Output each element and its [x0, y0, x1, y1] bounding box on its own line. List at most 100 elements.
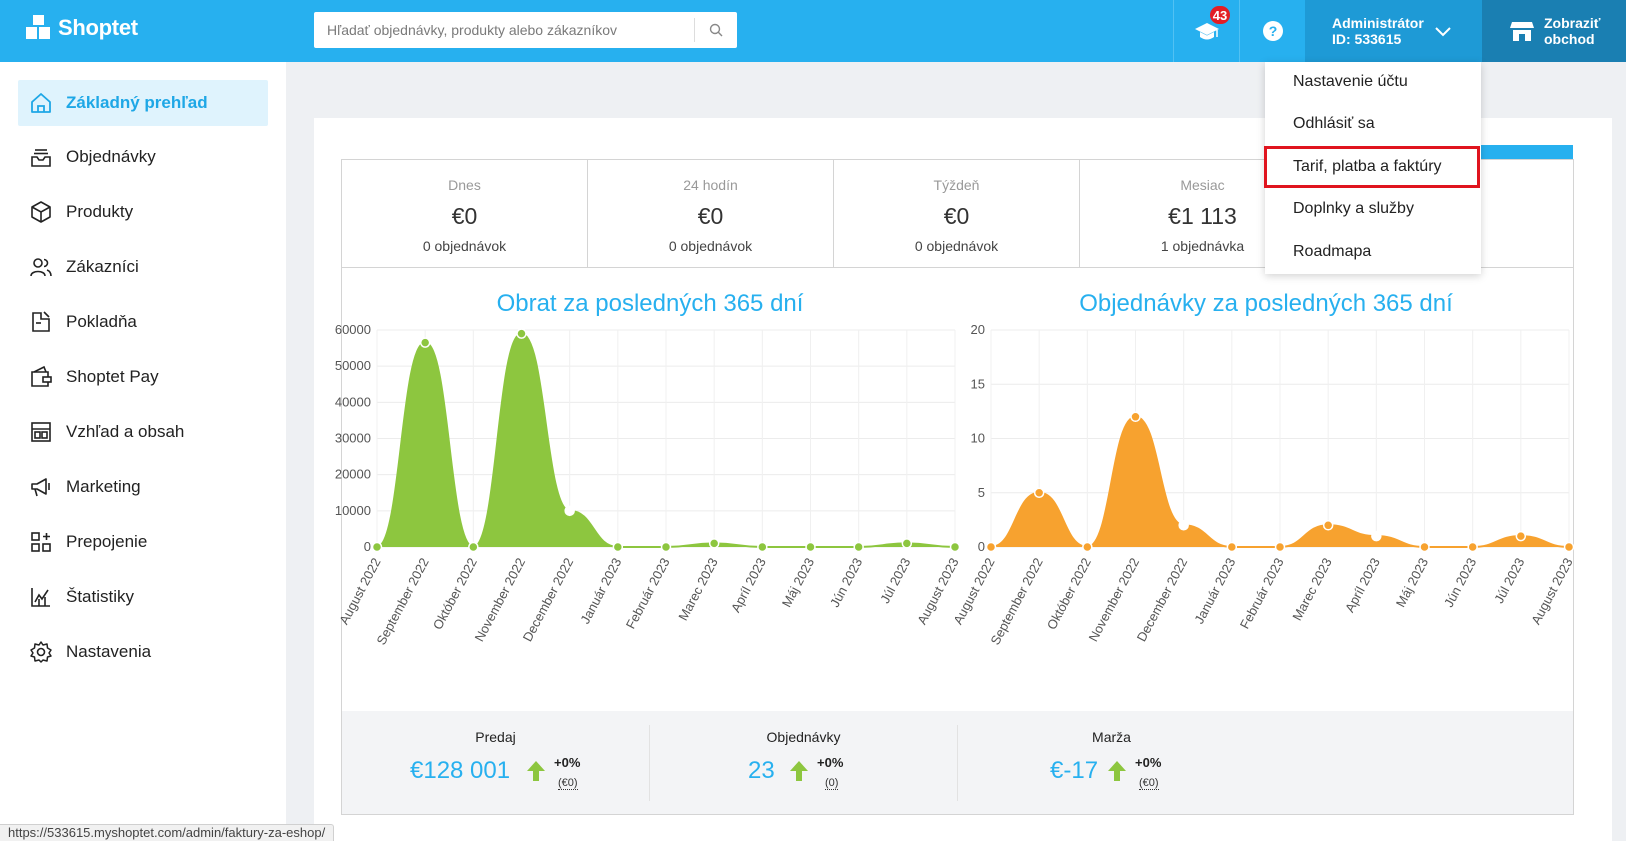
menu-item-addons[interactable]: Doplnky a služby — [1265, 189, 1481, 229]
summary-prev[interactable]: (€0) — [558, 777, 578, 790]
show-shop-line2: obchod — [1544, 31, 1595, 47]
sidebar-item-orders[interactable]: Objednávky — [18, 134, 268, 180]
x-tick-label: Máj 2023 — [779, 555, 817, 609]
x-tick-label: August 2023 — [1528, 555, 1575, 627]
data-point[interactable] — [1178, 520, 1189, 531]
x-tick-label: Február 2023 — [1237, 555, 1287, 631]
data-point[interactable] — [1515, 530, 1527, 542]
y-tick-label: 5 — [978, 485, 985, 500]
sidebar-item-settings[interactable]: Nastavenia — [18, 629, 268, 675]
sidebar-item-label: Produkty — [66, 202, 134, 221]
sidebar-item-products[interactable]: Produkty — [18, 189, 268, 235]
admin-menu-toggle[interactable]: Administrátor ID: 533615 — [1305, 0, 1482, 62]
data-point[interactable] — [612, 541, 624, 553]
summary-change: +0% — [554, 755, 581, 770]
x-tick-label: November 2022 — [471, 555, 528, 644]
menu-item-account-settings[interactable]: Nastavenie účtu — [1265, 62, 1481, 102]
help-button[interactable]: ? — [1239, 0, 1305, 62]
y-tick-label: 50000 — [335, 358, 371, 373]
data-point[interactable] — [1226, 541, 1238, 553]
box-icon — [28, 199, 54, 225]
x-tick-label: Február 2023 — [623, 555, 673, 631]
stat-card-week: Týždeň €0 0 objednávok — [834, 160, 1080, 267]
sidebar-item-label: Shoptet Pay — [66, 367, 159, 386]
data-point[interactable] — [853, 541, 864, 553]
data-point[interactable] — [1130, 411, 1141, 423]
data-point[interactable] — [901, 538, 913, 549]
chart-grid — [990, 329, 1570, 548]
sidebar-item-label: Nastavenia — [66, 642, 152, 661]
sidebar-item-pos[interactable]: Pokladňa — [18, 299, 268, 345]
show-shop-button[interactable]: Zobraziť obchod — [1482, 0, 1626, 62]
data-point[interactable] — [371, 541, 383, 553]
sidebar-item-label: Štatistiky — [66, 587, 135, 606]
store-icon — [1510, 22, 1534, 41]
data-point[interactable] — [419, 337, 431, 348]
layout-icon — [28, 419, 54, 445]
top-bar: Shoptet 43 ? Administrátor ID: 533615 — [0, 0, 1626, 62]
x-tick-label: September 2022 — [373, 555, 431, 647]
sidebar-item-dashboard[interactable]: Základný prehľad — [18, 80, 268, 126]
data-point[interactable] — [1467, 541, 1478, 553]
sidebar-item-label: Prepojenie — [66, 532, 148, 551]
wallet-icon — [28, 364, 54, 390]
chart-grid — [376, 329, 956, 548]
data-point[interactable] — [805, 541, 816, 553]
stat-orders: 0 objednávok — [422, 238, 507, 254]
summary-label: Objednávky — [766, 729, 841, 745]
admin-dropdown-menu: Nastavenie účtu Odhlásiť sa Tarif, platb… — [1265, 62, 1481, 274]
data-point[interactable] — [1419, 541, 1430, 553]
data-point[interactable] — [985, 541, 997, 553]
x-tick-label: Marec 2023 — [675, 555, 720, 623]
search-button[interactable] — [695, 12, 737, 48]
data-point[interactable] — [757, 541, 768, 553]
notification-badge: 43 — [1208, 4, 1232, 26]
data-point[interactable] — [1274, 541, 1286, 553]
sidebar: Základný prehľad Objednávky Produkty Zák… — [0, 62, 286, 841]
help-icon: ? — [1262, 21, 1283, 41]
summary-prev[interactable]: (€0) — [1139, 777, 1159, 790]
data-point[interactable] — [1371, 530, 1382, 542]
users-icon — [28, 254, 54, 280]
data-point[interactable] — [564, 505, 575, 517]
sidebar-item-integrations[interactable]: Prepojenie — [18, 519, 268, 565]
gear-icon — [28, 639, 54, 665]
data-point[interactable] — [1322, 520, 1334, 531]
data-point[interactable] — [516, 328, 527, 339]
data-point[interactable] — [1082, 541, 1093, 553]
status-bar-url: https://533615.myshoptet.com/admin/faktu… — [0, 824, 335, 841]
summary-prev[interactable]: (0) — [825, 777, 839, 790]
summary-row: Predaj €128 001 +0% (€0) Objednávky 23 +… — [341, 711, 1574, 815]
logo-text: Shoptet — [58, 15, 138, 40]
y-tick-label: 40000 — [335, 394, 371, 409]
summary-sales: Predaj €128 001 +0% (€0) — [342, 711, 649, 815]
data-point[interactable] — [468, 541, 479, 553]
x-tick-label: Jún 2023 — [1441, 555, 1479, 609]
stat-period: 24 hodín — [683, 177, 738, 193]
data-point[interactable] — [1563, 541, 1575, 553]
sidebar-item-design[interactable]: Vzhľad a obsah — [18, 409, 268, 455]
menu-item-roadmap[interactable]: Roadmapa — [1265, 232, 1481, 272]
sidebar-item-customers[interactable]: Zákazníci — [18, 244, 268, 290]
data-point[interactable] — [708, 538, 720, 549]
menu-item-tariff-billing[interactable]: Tarif, platba a faktúry — [1265, 147, 1481, 187]
sidebar-item-shoptet-pay[interactable]: Shoptet Pay — [18, 354, 268, 400]
arrow-up-icon — [1108, 761, 1126, 781]
search-box — [314, 12, 737, 48]
svg-text:?: ? — [1268, 23, 1277, 39]
sidebar-item-label: Pokladňa — [66, 312, 137, 331]
data-point[interactable] — [660, 541, 672, 553]
sidebar-item-statistics[interactable]: Štatistiky — [18, 574, 268, 620]
x-tick-label: Október 2022 — [430, 555, 480, 632]
stat-orders: 0 objednávok — [914, 238, 999, 254]
sidebar-item-label: Objednávky — [66, 147, 156, 166]
shoptet-logo[interactable]: Shoptet — [26, 15, 138, 41]
data-point[interactable] — [1033, 487, 1045, 498]
menu-item-logout[interactable]: Odhlásiť sa — [1265, 104, 1481, 144]
x-tick-label: August 2023 — [914, 555, 960, 627]
y-tick-label: 0 — [364, 539, 371, 554]
sidebar-item-marketing[interactable]: Marketing — [18, 464, 268, 510]
summary-value: 23 — [748, 757, 775, 784]
search-input[interactable] — [314, 12, 694, 48]
education-button[interactable]: 43 — [1173, 0, 1239, 62]
